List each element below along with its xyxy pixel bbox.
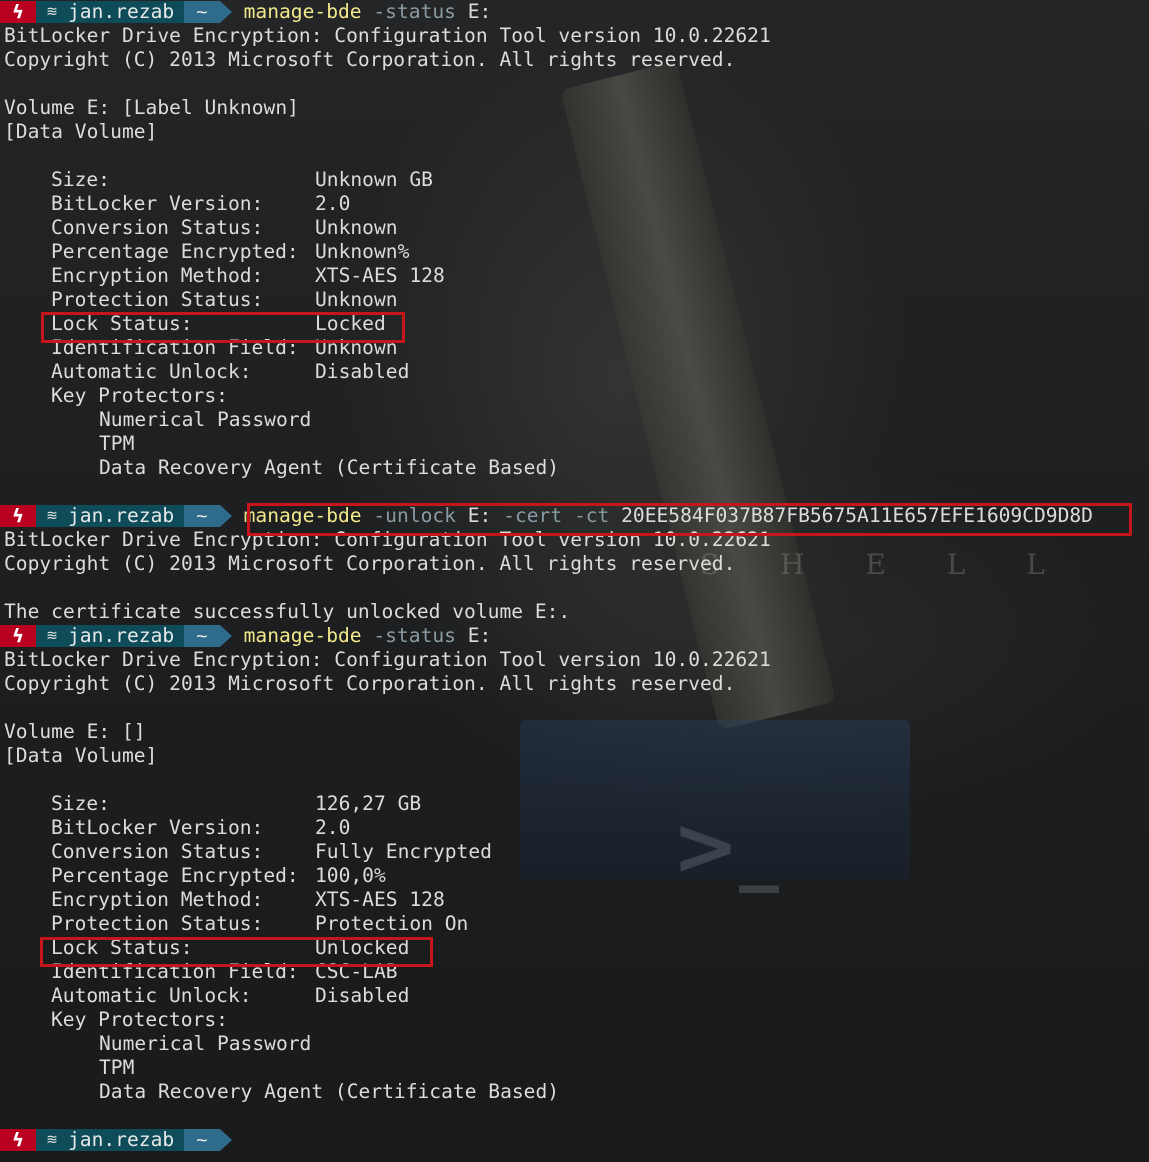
field-bitlocker-version: BitLocker Version: 2.0 [51,192,351,215]
field-identification: Identification Field: CSC-LAB [51,960,398,983]
field-bitlocker-version: BitLocker Version: 2.0 [51,816,351,839]
field-encryption-method: Encryption Method: XTS-AES 128 [51,888,445,911]
bolt-icon: ϟ [0,1129,36,1151]
key-protector-item: Numerical Password [99,408,312,431]
output-line: Copyright (C) 2013 Microsoft Corporation… [4,48,736,71]
field-automatic-unlock: Automatic Unlock: Disabled [51,984,410,1007]
key-protectors-label: Key Protectors: [51,384,228,407]
field-size: Size: Unknown GB [51,168,433,191]
key-protector-item: Data Recovery Agent (Certificate Based) [99,456,560,479]
windows-icon: ≋ [46,1132,58,1148]
output-line: BitLocker Drive Encryption: Configuratio… [4,24,771,47]
field-lock-status: Lock Status: Unlocked [51,936,410,959]
field-percentage-encrypted: Percentage Encrypted: Unknown% [51,240,410,263]
prompt-path: ~ [184,505,220,527]
prompt-line: ϟ ≋ jan.rezab ~ manage-bde -unlock E: -ce… [0,504,1149,528]
output-line: Copyright (C) 2013 Microsoft Corporation… [4,672,736,695]
prompt-user-segment: ≋ jan.rezab [36,1128,185,1151]
output-line: BitLocker Drive Encryption: Configuratio… [4,528,771,551]
windows-icon: ≋ [46,4,58,20]
volume-line: Volume E: [] [4,720,146,743]
bolt-icon: ϟ [0,505,36,527]
prompt-path: ~ [184,1129,220,1151]
key-protector-item: Numerical Password [99,1032,312,1055]
field-protection-status: Protection Status: Protection On [51,912,469,935]
field-percentage-encrypted: Percentage Encrypted: 100,0% [51,864,386,887]
volume-type-line: [Data Volume] [4,120,158,143]
prompt-arrow-icon [219,1129,232,1151]
prompt-line: ϟ ≋ jan.rezab ~ manage-bde -status E: [0,624,1149,648]
prompt-arrow-icon [219,505,232,527]
key-protector-item: TPM [99,432,135,455]
windows-icon: ≋ [46,508,58,524]
windows-icon: ≋ [46,628,58,644]
prompt-user-segment: ≋ jan.rezab [36,624,185,647]
prompt-username: jan.rezab [68,0,175,23]
terminal-output[interactable]: ϟ ≋ jan.rezab ~ manage-bde -status E: Bit… [0,0,1149,1152]
field-lock-status: Lock Status: Locked [51,312,386,335]
volume-type-line: [Data Volume] [4,744,158,767]
key-protector-item: TPM [99,1056,135,1079]
field-encryption-method: Encryption Method: XTS-AES 128 [51,264,445,287]
field-conversion-status: Conversion Status: Fully Encrypted [51,840,492,863]
prompt-arrow-icon [219,1,232,23]
prompt-username: jan.rezab [68,624,175,647]
prompt-username: jan.rezab [68,504,175,527]
command-text: manage-bde -status E: [243,624,492,647]
prompt-path: ~ [184,1,220,23]
field-conversion-status: Conversion Status: Unknown [51,216,398,239]
output-line: BitLocker Drive Encryption: Configuratio… [4,648,771,671]
command-text: manage-bde -unlock E: -cert -ct 20EE584F… [243,504,1093,527]
output-line: Copyright (C) 2013 Microsoft Corporation… [4,552,736,575]
bolt-icon: ϟ [0,625,36,647]
volume-line: Volume E: [Label Unknown] [4,96,299,119]
key-protector-item: Data Recovery Agent (Certificate Based) [99,1080,560,1103]
prompt-username: jan.rezab [68,1128,175,1151]
prompt-user-segment: ≋ jan.rezab [36,0,185,23]
unlock-result-line: The certificate successfully unlocked vo… [4,600,571,623]
prompt-arrow-icon [219,625,232,647]
field-identification: Identification Field: Unknown [51,336,398,359]
bolt-icon: ϟ [0,1,36,23]
field-automatic-unlock: Automatic Unlock: Disabled [51,360,410,383]
prompt-path: ~ [184,625,220,647]
field-size: Size: 126,27 GB [51,792,422,815]
command-text: manage-bde -status E: [243,0,492,23]
prompt-line[interactable]: ϟ ≋ jan.rezab ~ [0,1128,1149,1152]
prompt-line: ϟ ≋ jan.rezab ~ manage-bde -status E: [0,0,1149,24]
prompt-user-segment: ≋ jan.rezab [36,504,185,527]
key-protectors-label: Key Protectors: [51,1008,228,1031]
field-protection-status: Protection Status: Unknown [51,288,398,311]
terminal-window[interactable]: S H E L L >_ ϟ ≋ jan.rezab ~ manage-bde -… [0,0,1149,1162]
